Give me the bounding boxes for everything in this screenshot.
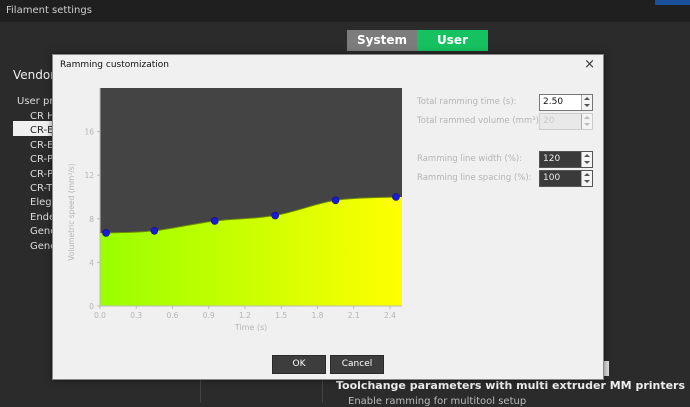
ramming-line-width-label: Ramming line width (%):: [417, 154, 523, 164]
x-tick-label: 2.4: [384, 311, 396, 320]
x-axis-label: Time (s): [234, 323, 268, 332]
data-point[interactable]: [102, 229, 110, 237]
ramming-multitool-label: Enable ramming for multitool setup: [348, 396, 527, 407]
vendor-heading: Vendor: [13, 68, 56, 82]
spin-arrows[interactable]: [581, 171, 592, 186]
toolchange-section-title: Toolchange parameters with multi extrude…: [336, 379, 686, 392]
spin-arrows: [581, 114, 592, 129]
system-mode-button[interactable]: System: [347, 30, 417, 51]
cancel-button[interactable]: Cancel: [330, 355, 384, 374]
close-icon[interactable]: ×: [584, 57, 595, 72]
user-mode-button[interactable]: User: [417, 30, 488, 51]
window-title: Filament settings: [6, 5, 92, 16]
x-tick-label: 0.0: [94, 311, 106, 320]
x-tick-label: 1.2: [239, 311, 251, 320]
total-rammed-volume-label: Total rammed volume (mm³):: [417, 116, 542, 126]
arrow-up-icon[interactable]: [584, 97, 590, 100]
arrow-up-icon[interactable]: [584, 154, 590, 157]
total-ramming-time-input[interactable]: 2.50: [539, 94, 593, 111]
data-point[interactable]: [271, 211, 279, 220]
ramming-dialog: Ramming customization × 0.0 0.3 0.6 0.9 1.2 1…: [52, 54, 604, 380]
total-rammed-volume-value: 20: [543, 116, 555, 126]
arrow-down-icon[interactable]: [584, 161, 590, 164]
total-rammed-volume-input: 20: [539, 113, 593, 130]
arrow-down-icon[interactable]: [584, 104, 590, 107]
arrow-down-icon: [584, 123, 590, 126]
y-tick-label: 12: [84, 171, 94, 180]
arrow-up-icon[interactable]: [584, 173, 590, 176]
x-tick-label: 0.6: [167, 311, 179, 320]
ramming-line-spacing-value: 100: [543, 173, 561, 183]
divider: [322, 378, 323, 403]
spin-arrows[interactable]: [581, 95, 592, 110]
y-axis-label: Volumetric speed (mm³/s): [67, 163, 76, 261]
ramming-line-spacing-input[interactable]: 100: [539, 170, 593, 187]
x-tick-label: 0.3: [130, 311, 142, 320]
taskbar-accent: [655, 0, 690, 5]
ramming-line-spacing-label: Ramming line spacing (%):: [417, 173, 532, 183]
y-tick-label: 0: [89, 302, 94, 311]
ramming-line-width-input[interactable]: 120: [539, 151, 593, 168]
ramming-chart[interactable]: 0.0 0.3 0.6 0.9 1.2 1.5 1.8 2.1 2.4 0 4 8 12 16 Time (…: [53, 55, 413, 345]
y-tick-label: 8: [89, 215, 94, 224]
y-tick-label: 16: [84, 128, 94, 137]
x-tick-label: 1.5: [275, 311, 287, 320]
data-point[interactable]: [210, 217, 219, 225]
arrow-down-icon[interactable]: [584, 180, 590, 183]
ok-button[interactable]: OK: [272, 355, 326, 374]
data-point[interactable]: [331, 196, 340, 205]
x-tick-label: 0.9: [203, 311, 215, 320]
data-point[interactable]: [150, 226, 159, 235]
x-tick-label: 2.1: [348, 311, 360, 320]
divider: [200, 378, 201, 403]
total-ramming-time-value: 2.50: [543, 97, 564, 107]
spin-arrows[interactable]: [581, 152, 592, 167]
window-titlebar: Filament settings: [0, 0, 690, 22]
x-tick-label: 1.8: [311, 311, 323, 320]
ramming-line-width-value: 120: [543, 154, 561, 164]
data-point[interactable]: [392, 193, 400, 201]
arrow-up-icon: [584, 116, 590, 119]
y-tick-label: 4: [89, 258, 94, 267]
total-ramming-time-label: Total ramming time (s):: [417, 97, 517, 107]
